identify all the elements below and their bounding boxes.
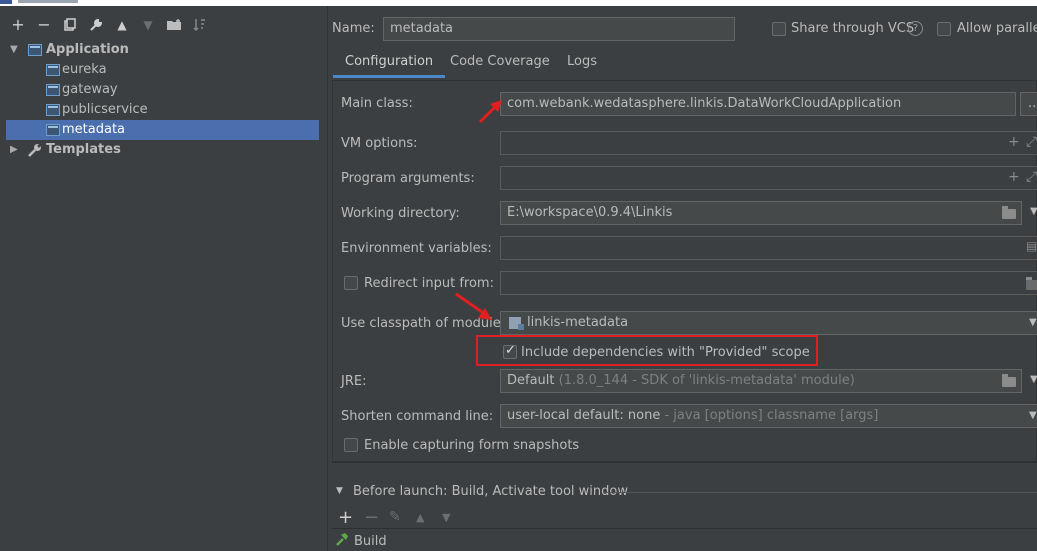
edit-list-icon[interactable]: ▤: [1026, 239, 1037, 253]
expand-plus-icon[interactable]: +: [1008, 134, 1020, 150]
share-vcs-checkbox[interactable]: [772, 22, 786, 36]
redirect-input-label: Redirect input from:: [364, 276, 494, 291]
chevron-down-icon[interactable]: ▼: [1030, 206, 1037, 217]
vm-options-label: VM options:: [341, 136, 418, 151]
tree-label: Application: [46, 42, 129, 57]
edit-defaults-icon[interactable]: [86, 12, 106, 38]
allow-parallel-checkbox[interactable]: [937, 22, 951, 36]
shorten-command-label: Shorten command line:: [341, 409, 494, 424]
tree-node-application[interactable]: ▼ Application: [0, 40, 320, 60]
tree-item-publicservice[interactable]: publicservice: [0, 100, 320, 120]
expand-plus-icon[interactable]: +: [1008, 169, 1020, 185]
shorten-command-select[interactable]: user-local default: none - java [options…: [500, 404, 1037, 428]
chevron-down-icon[interactable]: ▼: [1029, 317, 1037, 328]
tab-code-coverage[interactable]: Code Coverage: [438, 48, 562, 78]
annotation-arrow-icon: [455, 292, 492, 320]
tree-label: eureka: [62, 62, 107, 77]
folder-icon[interactable]: [1026, 277, 1037, 290]
working-directory-label: Working directory:: [341, 206, 460, 221]
allow-parallel-label: Allow parallel: [957, 21, 1037, 36]
sort-icon[interactable]: [190, 12, 210, 38]
expand-field-icon[interactable]: ⤢: [1026, 169, 1037, 185]
form-snapshots-checkbox[interactable]: [344, 438, 358, 452]
tree-label: publicservice: [62, 102, 148, 117]
move-task-up-icon[interactable]: ▲: [416, 511, 424, 524]
add-task-icon[interactable]: +: [338, 507, 353, 528]
collapse-arrow-icon[interactable]: ▶: [10, 140, 18, 160]
environment-variables-label: Environment variables:: [341, 241, 492, 256]
tab-bar: Configuration Code Coverage Logs: [332, 48, 1037, 78]
working-directory-input[interactable]: E:\workspace\0.9.4\Linkis: [500, 201, 1022, 225]
add-icon[interactable]: +: [8, 12, 28, 38]
module-icon: [509, 317, 524, 330]
divider: [604, 492, 1037, 493]
folder-icon[interactable]: [1002, 206, 1016, 219]
tab-configuration[interactable]: Configuration: [333, 48, 446, 78]
application-icon: [28, 44, 42, 56]
jre-value: Default: [507, 373, 555, 388]
tree-node-templates[interactable]: ▶ Templates: [0, 140, 320, 160]
divider: [332, 462, 1037, 463]
before-launch-title[interactable]: Before launch: Build, Activate tool wind…: [353, 484, 628, 499]
jre-label: JRE:: [341, 374, 367, 389]
vm-options-input[interactable]: [500, 131, 1037, 155]
tree-label: metadata: [62, 122, 126, 137]
tab-logs[interactable]: Logs: [555, 48, 609, 78]
application-icon: [46, 64, 60, 76]
shorten-command-value: user-local default: none: [507, 408, 661, 423]
tree-item-metadata[interactable]: metadata: [6, 120, 319, 140]
program-arguments-label: Program arguments:: [341, 171, 475, 186]
wrench-icon: [28, 140, 42, 163]
chevron-down-icon[interactable]: ▼: [1029, 410, 1037, 421]
tree-label: gateway: [62, 82, 118, 97]
jre-hint: (1.8.0_144 - SDK of 'linkis-metadata' mo…: [558, 373, 855, 388]
form-snapshots-label: Enable capturing form snapshots: [364, 438, 580, 453]
hammer-icon: [335, 532, 349, 550]
move-down-icon[interactable]: ▼: [138, 12, 158, 38]
build-task-item[interactable]: Build: [354, 534, 387, 549]
folder-icon[interactable]: [1002, 374, 1016, 387]
application-icon: [46, 104, 60, 116]
jre-select[interactable]: Default (1.8.0_144 - SDK of 'linkis-meta…: [500, 369, 1022, 393]
new-folder-icon[interactable]: [164, 12, 184, 38]
expand-arrow-icon[interactable]: ▼: [10, 40, 18, 60]
classpath-module-select[interactable]: linkis-metadata: [500, 311, 1037, 335]
main-class-input[interactable]: com.webank.wedatasphere.linkis.DataWorkC…: [500, 92, 1016, 116]
remove-task-icon[interactable]: −: [364, 507, 379, 528]
name-input[interactable]: metadata: [383, 17, 735, 41]
configurations-panel: + − ▲ ▼ ▼ Application eureka gateway pub…: [0, 6, 327, 551]
edit-task-icon[interactable]: ✎: [389, 509, 401, 525]
name-label: Name:: [332, 21, 375, 36]
tree-label: Templates: [46, 142, 121, 157]
configurations-toolbar: + − ▲ ▼: [0, 12, 327, 38]
help-icon[interactable]: ?: [908, 21, 923, 36]
chevron-down-icon[interactable]: ▼: [336, 486, 343, 496]
annotation-arrow-icon: [478, 100, 502, 124]
main-class-browse-button[interactable]: ...: [1020, 92, 1037, 116]
expand-field-icon[interactable]: ⤢: [1026, 134, 1037, 150]
application-icon: [46, 84, 60, 96]
chevron-down-icon[interactable]: ▼: [1030, 374, 1037, 385]
application-icon: [46, 124, 60, 136]
move-up-icon[interactable]: ▲: [112, 12, 132, 38]
program-arguments-input[interactable]: [500, 166, 1037, 190]
window-title: [18, 0, 78, 3]
copy-icon[interactable]: [60, 12, 80, 38]
shorten-command-hint: - java [options] classname [args]: [664, 408, 879, 423]
move-task-down-icon[interactable]: ▼: [442, 511, 450, 524]
app-icon: [0, 0, 12, 4]
highlight-box: [476, 335, 818, 366]
remove-icon[interactable]: −: [34, 12, 54, 38]
tree-item-gateway[interactable]: gateway: [0, 80, 320, 100]
share-vcs-label: Share through VCS: [791, 21, 915, 36]
environment-variables-input[interactable]: [500, 236, 1037, 260]
tree-item-eureka[interactable]: eureka: [0, 60, 320, 80]
main-class-label: Main class:: [341, 96, 413, 111]
redirect-input-checkbox[interactable]: [344, 276, 358, 290]
task-list: [332, 528, 1037, 551]
configuration-editor: Name: metadata Share through VCS ? Allow…: [332, 6, 1037, 551]
redirect-input-field[interactable]: [500, 271, 1037, 295]
